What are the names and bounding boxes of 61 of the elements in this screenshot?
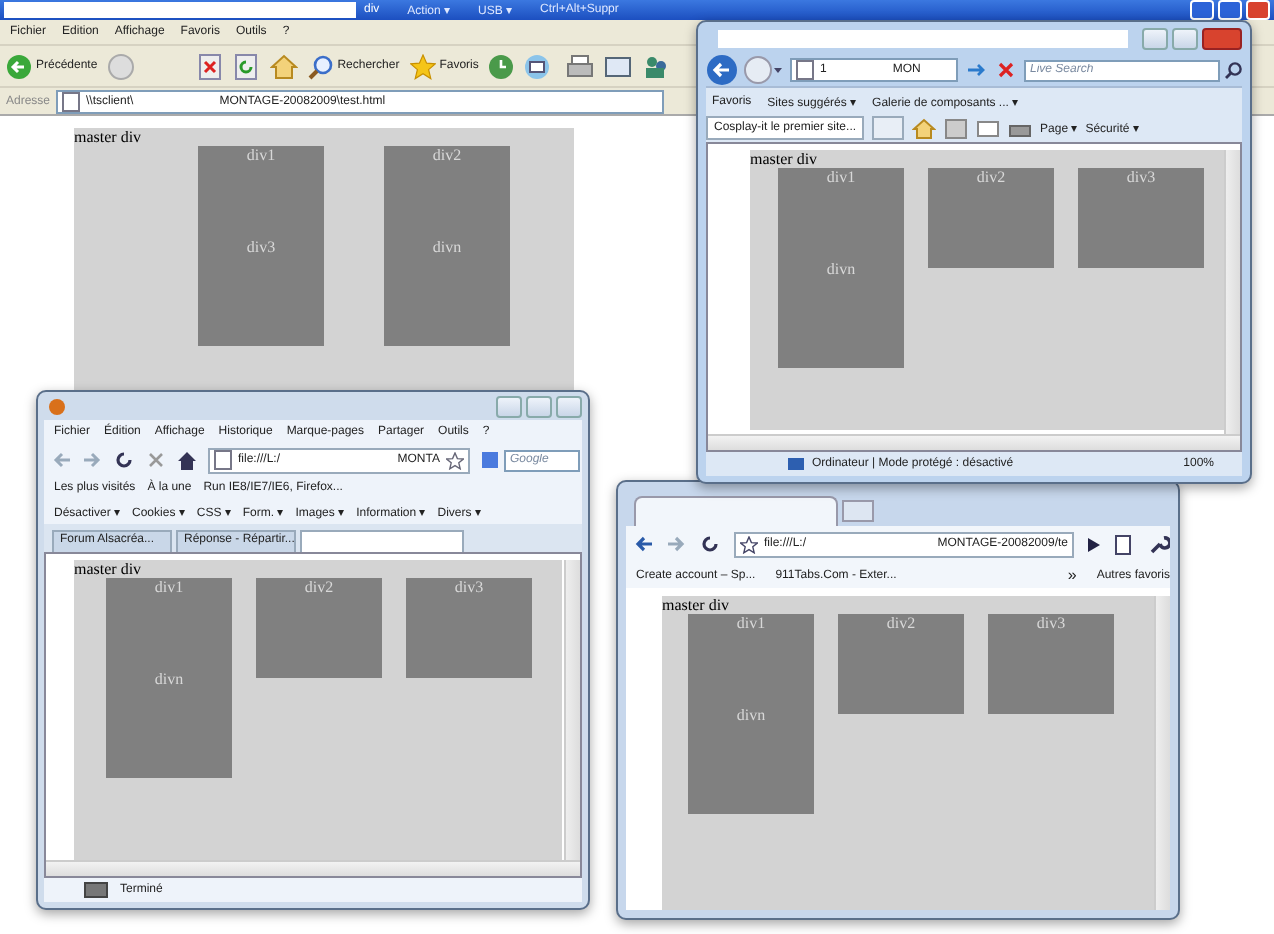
star-icon[interactable]	[740, 535, 758, 553]
master-div-label: master div	[74, 128, 144, 146]
page-icon	[62, 91, 81, 111]
master-div-label: master div	[662, 596, 732, 614]
home-icon[interactable]	[176, 449, 198, 471]
close-button[interactable]	[556, 395, 582, 417]
back-icon[interactable]	[706, 54, 738, 86]
status-icon	[84, 882, 108, 898]
wrench-icon[interactable]	[1148, 533, 1170, 555]
page-menu-icon[interactable]	[1114, 533, 1136, 555]
more-bookmarks-button[interactable]: »	[1067, 566, 1077, 584]
vertical-scrollbar[interactable]	[564, 560, 580, 860]
div-label: divn	[826, 260, 856, 278]
stop-icon[interactable]	[146, 450, 166, 470]
forward-icon[interactable]	[666, 534, 686, 554]
history-icon[interactable]	[488, 53, 515, 79]
div-label: div1	[736, 614, 766, 632]
div-label: div2	[886, 614, 916, 632]
new-tab-button[interactable]	[842, 500, 874, 522]
people-icon[interactable]	[642, 53, 671, 79]
star-icon[interactable]	[446, 451, 464, 469]
new-tab-button[interactable]	[872, 116, 905, 140]
div-label: div2	[976, 168, 1006, 186]
div-label: div2	[304, 578, 334, 596]
vertical-scrollbar[interactable]	[1154, 596, 1170, 910]
mail-icon[interactable]	[976, 117, 1001, 139]
div-label: div3	[1036, 614, 1066, 632]
play-icon[interactable]	[1086, 535, 1102, 553]
browser-tab[interactable]	[300, 530, 464, 552]
div-label: div1	[826, 168, 856, 186]
stop-icon[interactable]	[994, 58, 1018, 82]
div-label: div3	[1126, 168, 1156, 186]
stop-icon[interactable]	[197, 53, 224, 79]
div-label: div1	[246, 146, 276, 164]
master-div-label: master div	[750, 150, 820, 168]
div-label: div2	[432, 146, 462, 164]
computer-icon	[786, 455, 806, 473]
close-button[interactable]	[1202, 27, 1242, 49]
div-label: divn	[736, 706, 766, 724]
master-div-label: master div	[74, 560, 144, 578]
search-icon	[307, 53, 334, 79]
search-icon[interactable]	[1224, 61, 1242, 79]
div-label: div1	[154, 578, 184, 596]
div-label: divn	[154, 670, 184, 688]
search-engine-icon[interactable]	[480, 450, 500, 470]
div-label: divn	[432, 238, 462, 256]
div-label: div3	[454, 578, 484, 596]
page-icon	[214, 450, 232, 470]
horizontal-scrollbar[interactable]	[46, 860, 580, 876]
forward-icon[interactable]	[82, 450, 102, 470]
refresh-icon[interactable]	[112, 448, 136, 472]
vertical-scrollbar[interactable]	[1224, 150, 1240, 434]
page-icon	[796, 60, 814, 80]
refresh-icon[interactable]	[698, 532, 722, 556]
back-icon	[6, 53, 32, 79]
horizontal-scrollbar[interactable]	[708, 434, 1240, 450]
star-icon	[409, 53, 436, 79]
forward-icon[interactable]	[744, 56, 784, 84]
browser-logo-icon	[48, 397, 66, 415]
back-icon[interactable]	[634, 534, 654, 554]
div-label: div3	[246, 238, 276, 256]
